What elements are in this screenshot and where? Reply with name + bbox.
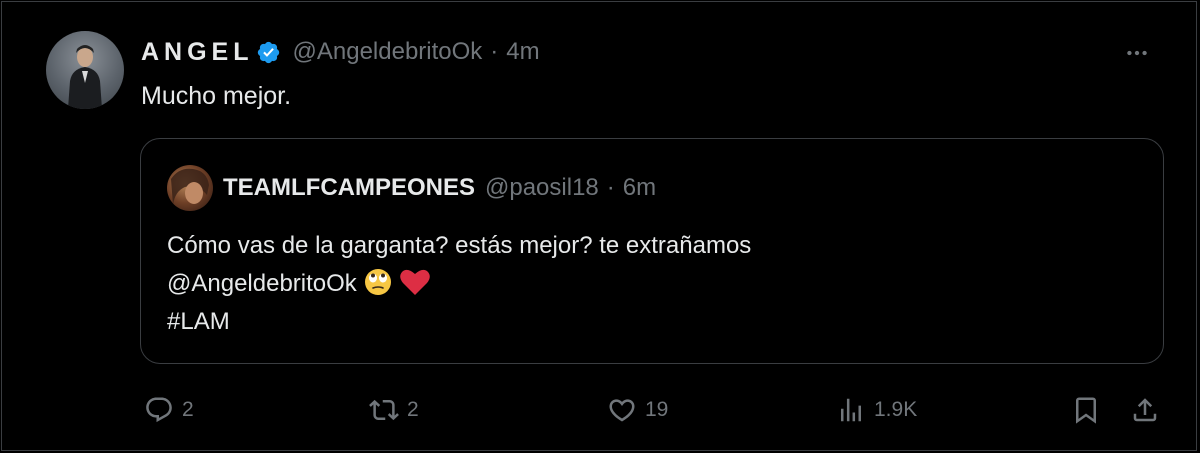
repost-button[interactable]: 2	[369, 382, 419, 438]
tweet-header: ANGEL @AngeldebritoOk · 4m	[141, 35, 540, 69]
author-photo	[68, 45, 102, 109]
heart-icon	[609, 399, 635, 422]
quoted-tweet[interactable]: TEAMLFCAMPEONES @paosil18 · 6m Cómo vas …	[140, 138, 1164, 364]
more-button[interactable]	[1120, 38, 1154, 68]
tweet-text: Mucho mejor.	[141, 82, 292, 110]
action-bar: 2 2 19 1.9K	[2, 382, 1200, 438]
like-count: 19	[645, 398, 669, 421]
separator-dot: ·	[490, 38, 499, 65]
hashtag-link[interactable]: #LAM	[167, 303, 751, 341]
views-icon	[841, 398, 861, 422]
quoted-text-line-1: Cómo vas de la garganta? estás mejor? te…	[167, 232, 752, 259]
red-heart-icon	[400, 269, 430, 295]
views-count: 1.9K	[874, 398, 918, 421]
quoted-author-avatar[interactable]	[167, 165, 213, 211]
author-name[interactable]: ANGEL	[141, 38, 254, 67]
verified-badge-icon[interactable]	[256, 40, 281, 65]
bookmark-button[interactable]	[1071, 382, 1101, 438]
share-button[interactable]	[1130, 382, 1160, 438]
bookmark-icon	[1076, 397, 1096, 424]
separator-dot: ·	[606, 174, 615, 201]
reply-count: 2	[182, 398, 194, 421]
quoted-author-name[interactable]: TEAMLFCAMPEONES	[223, 174, 475, 202]
mention-link[interactable]: @AngeldebritoOk	[167, 270, 357, 297]
quoted-author-photo	[171, 168, 209, 205]
tweet-card[interactable]: ANGEL @AngeldebritoOk · 4m Mucho mejor. …	[1, 1, 1197, 451]
reply-button[interactable]: 2	[144, 382, 194, 438]
repost-count: 2	[407, 398, 419, 421]
quoted-author-handle[interactable]: @paosil18	[485, 174, 599, 202]
share-icon	[1133, 398, 1157, 422]
tweet-time[interactable]: 4m	[506, 38, 539, 66]
face-with-rolling-eyes-icon	[364, 269, 391, 295]
author-avatar[interactable]	[46, 31, 124, 109]
quoted-text-line-2: @AngeldebritoOk	[167, 265, 751, 303]
quoted-text: Cómo vas de la garganta? estás mejor? te…	[167, 227, 751, 341]
quoted-header: TEAMLFCAMPEONES @paosil18 · 6m	[223, 171, 656, 205]
more-icon	[1127, 50, 1147, 56]
repost-icon	[369, 399, 399, 421]
reply-icon	[146, 397, 172, 423]
like-button[interactable]: 19	[607, 382, 668, 438]
author-handle[interactable]: @AngeldebritoOk	[293, 38, 483, 66]
quoted-time[interactable]: 6m	[623, 174, 656, 202]
views-button[interactable]: 1.9K	[836, 382, 917, 438]
